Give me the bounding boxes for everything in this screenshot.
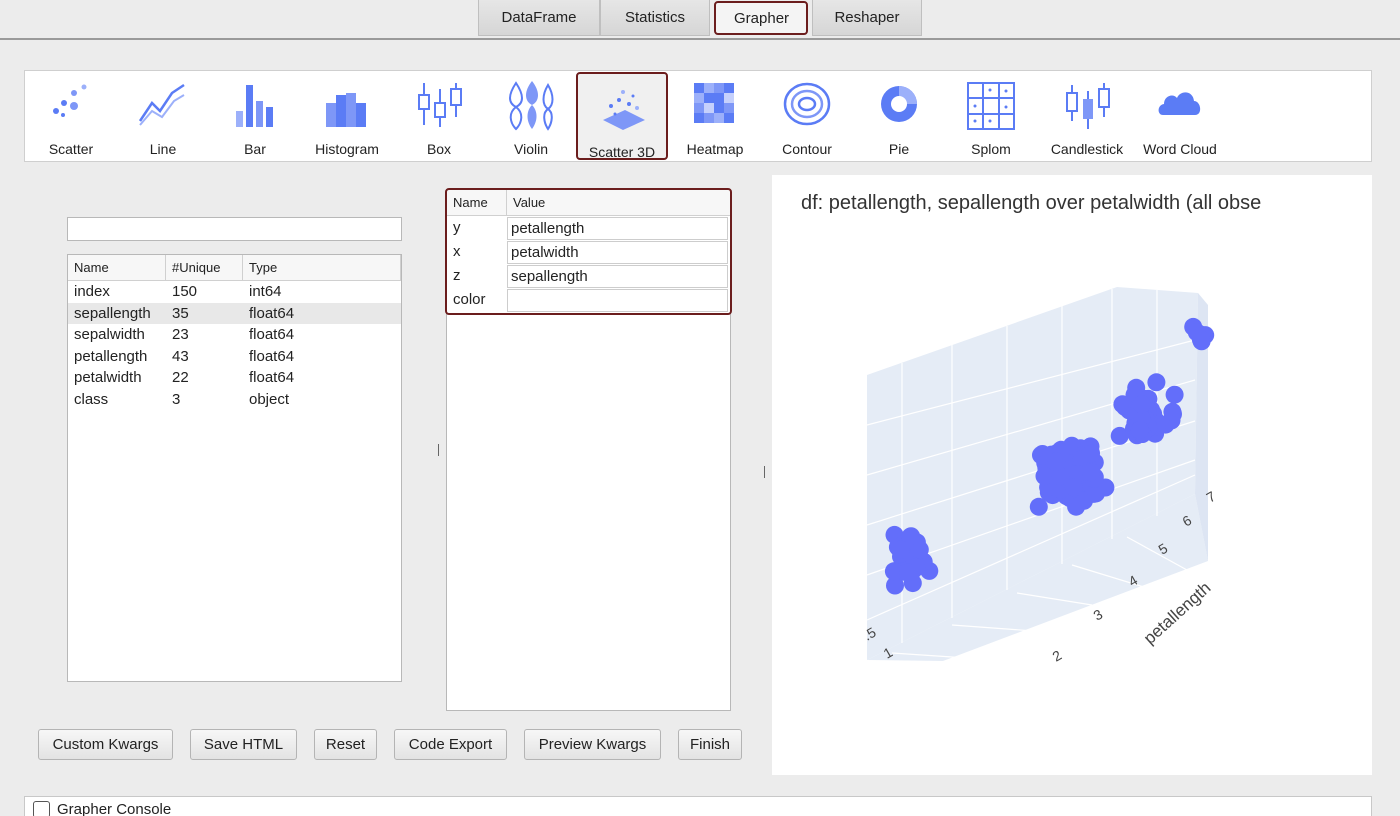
splom-icon (967, 82, 1015, 130)
table-row[interactable]: sepalwidth 23 float64 (68, 324, 401, 346)
scatter-point (1067, 497, 1086, 516)
cell-unique: 22 (172, 369, 189, 387)
scatter-icon (53, 84, 87, 117)
cell-name: petalwidth (74, 369, 142, 387)
pie-icon (881, 86, 917, 122)
chart-type-candlestick[interactable]: Candlestick (1041, 71, 1133, 163)
main-tab-bar: DataFrame Statistics Grapher Reshaper (478, 0, 922, 36)
console-label: Grapher Console (57, 801, 172, 816)
cell-name: sepallength (74, 304, 151, 322)
histogram-icon (326, 93, 366, 127)
scatter-point (1081, 463, 1100, 482)
contour-icon (783, 82, 831, 126)
scatter-point (1130, 421, 1149, 439)
chart-type-violin[interactable]: Violin (485, 71, 577, 163)
chart-type-toolbar: Scatter Line Bar Histogram Box Violin Sc… (24, 70, 1372, 162)
reset-button[interactable]: Reset (314, 729, 377, 760)
table-row[interactable]: petallength 43 float64 (68, 346, 401, 368)
tab-divider (0, 38, 1400, 40)
column-table-header: Name #Unique Type (68, 255, 401, 281)
scatter-point (1047, 452, 1066, 471)
chart-type-pie[interactable]: Pie (853, 71, 945, 163)
scatter-point (1163, 402, 1182, 421)
cell-type: float64 (249, 347, 295, 365)
box-plot-icon (418, 83, 462, 127)
scatter-point (1035, 467, 1054, 486)
scatter-point (1064, 478, 1083, 497)
chart-type-scatter-3d[interactable]: Scatter 3D (576, 72, 668, 160)
scatter-3d-plot[interactable]: 2 3 4 5 6 7 .5 1 petallength (772, 175, 1372, 775)
cell-type: int64 (249, 283, 282, 300)
scatter-point (1147, 373, 1166, 392)
scatter-point (1165, 385, 1184, 404)
scatter-point (1081, 444, 1100, 463)
cell-unique: 3 (172, 390, 181, 408)
custom-kwargs-button[interactable]: Custom Kwargs (38, 729, 173, 760)
cell-unique: 35 (172, 304, 189, 322)
line-chart-icon (138, 83, 185, 126)
cell-unique: 23 (172, 326, 189, 344)
header-unique[interactable]: #Unique (166, 255, 243, 280)
tick-label: 2 (1050, 647, 1065, 665)
axis-title: petallength (1140, 578, 1215, 648)
tab-dataframe[interactable]: DataFrame (478, 0, 600, 36)
table-row[interactable]: petalwidth 22 float64 (68, 367, 401, 389)
scatter-point (1187, 323, 1206, 342)
cell-name: index (74, 283, 110, 300)
cell-unique: 43 (172, 347, 189, 365)
console-checkbox[interactable] (33, 801, 50, 816)
column-table: Name #Unique Type index 150 int64 sepall… (67, 254, 402, 682)
chart-type-histogram[interactable]: Histogram (301, 71, 393, 163)
table-row[interactable]: sepallength 35 float64 (68, 302, 401, 325)
table-row[interactable]: index 150 int64 (68, 281, 401, 303)
cell-unique: 150 (172, 283, 198, 300)
cell-name: petallength (74, 347, 148, 365)
splitter-handle[interactable] (438, 444, 439, 456)
chart-type-heatmap[interactable]: Heatmap (669, 71, 761, 163)
chart-type-word-cloud[interactable]: Word Cloud (1134, 71, 1226, 163)
heatmap-icon (694, 83, 734, 123)
chart-type-label: Word Cloud (1143, 141, 1217, 157)
bar-chart-icon (236, 85, 273, 127)
cell-name: sepalwidth (74, 326, 145, 344)
header-name[interactable]: Name (68, 255, 166, 280)
chart-type-splom[interactable]: Splom (945, 71, 1037, 163)
scatter-point (899, 563, 917, 582)
grapher-console: Grapher Console (24, 796, 1372, 816)
cell-type: float64 (249, 304, 295, 322)
plot-area[interactable]: df: petallength, sepallength over petalw… (772, 175, 1372, 775)
scatter-point (891, 540, 910, 559)
chart-type-scatter[interactable]: Scatter (25, 71, 117, 163)
scatter-point (1132, 395, 1151, 414)
word-cloud-icon (1158, 92, 1201, 115)
cell-type: float64 (249, 326, 295, 344)
scatter-point (1113, 395, 1132, 414)
preview-kwargs-button[interactable]: Preview Kwargs (524, 729, 661, 760)
chart-type-line[interactable]: Line (117, 71, 209, 163)
tab-statistics[interactable]: Statistics (600, 0, 710, 36)
finish-button[interactable]: Finish (678, 729, 742, 760)
tick-label: 3 (1091, 606, 1106, 624)
candlestick-icon (1066, 83, 1110, 129)
chart-type-box[interactable]: Box (393, 71, 485, 163)
scatter-3d-icon (603, 90, 645, 130)
header-type[interactable]: Type (243, 255, 401, 280)
tab-reshaper[interactable]: Reshaper (812, 0, 922, 36)
tab-grapher[interactable]: Grapher (714, 1, 808, 35)
scatter-point (1029, 497, 1048, 516)
cell-name: class (74, 390, 109, 408)
chart-type-bar[interactable]: Bar (209, 71, 301, 163)
code-export-button[interactable]: Code Export (394, 729, 507, 760)
table-row[interactable]: class 3 object (68, 389, 401, 411)
column-filter-input[interactable] (67, 217, 402, 241)
property-focus-frame (445, 188, 732, 315)
violin-icon (509, 81, 554, 131)
cell-type: object (249, 390, 290, 408)
cell-type: float64 (249, 369, 295, 387)
save-html-button[interactable]: Save HTML (190, 729, 297, 760)
chart-type-contour[interactable]: Contour (761, 71, 853, 163)
splitter-handle[interactable] (764, 466, 765, 478)
